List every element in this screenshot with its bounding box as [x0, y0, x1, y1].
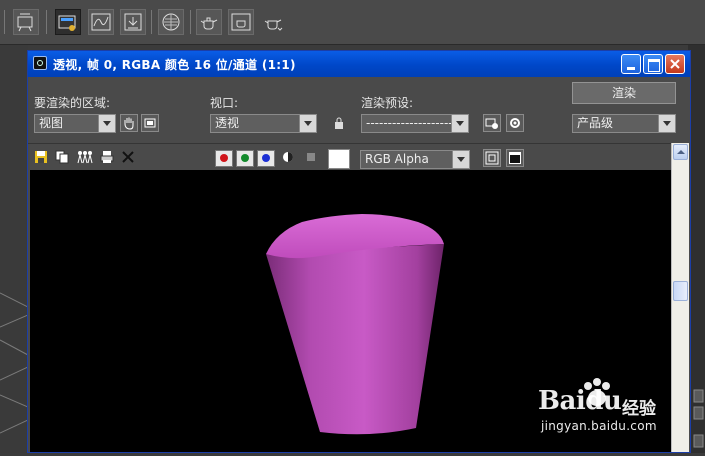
window-titlebar[interactable]: 透视, 帧 0, RGBA 颜色 16 位/通道 (1:1): [28, 51, 690, 77]
toggle-ui-overlay-icon[interactable]: [483, 149, 501, 167]
render-setup-gear-icon[interactable]: [506, 114, 524, 132]
maximize-button[interactable]: [643, 54, 663, 74]
save-image-icon[interactable]: [34, 150, 48, 164]
chevron-down-icon: [658, 115, 675, 132]
watermark-url: jingyan.baidu.com: [541, 419, 657, 433]
quick-render-teapot-icon[interactable]: [260, 9, 286, 35]
render-button[interactable]: 渲染: [572, 82, 676, 104]
monochrome-icon[interactable]: [304, 150, 318, 164]
watermark-product: 经验: [622, 399, 656, 419]
toolbar-separator: [151, 10, 152, 34]
material-editor-icon[interactable]: [158, 9, 184, 35]
green-channel-toggle[interactable]: [236, 150, 254, 167]
chevron-down-icon: [451, 115, 468, 132]
viewport-value: 透视: [215, 116, 240, 130]
app-icon: [33, 56, 47, 70]
minimize-button[interactable]: [621, 54, 641, 74]
render-setup-teapot-icon[interactable]: [196, 9, 222, 35]
render-preset-dropdown[interactable]: --------------------: [361, 114, 469, 133]
render-quality-dropdown[interactable]: 产品级: [572, 114, 676, 133]
render-preset-label: 渲染预设:: [361, 96, 414, 110]
render-setup-icon[interactable]: [13, 9, 39, 35]
chevron-down-icon: [98, 115, 115, 132]
baidu-jingyan-watermark: Baidu 经验 jingyan.baidu.com: [538, 378, 688, 433]
display-channel-value: RGB Alpha: [365, 152, 429, 166]
color-swatch[interactable]: [328, 149, 350, 169]
render-quality-value: 产品级: [577, 116, 614, 130]
area-to-render-dropdown[interactable]: 视图: [34, 114, 116, 133]
clone-frame-window-icon[interactable]: [76, 150, 94, 164]
host-viewport: [0, 45, 29, 453]
close-button[interactable]: [665, 54, 685, 74]
display-channel-dropdown[interactable]: RGB Alpha: [360, 150, 470, 169]
environment-effects-icon[interactable]: [483, 114, 501, 132]
blue-channel-toggle[interactable]: [257, 150, 275, 167]
print-image-icon[interactable]: [100, 150, 114, 164]
chevron-down-icon: [299, 115, 316, 132]
host-main-toolbar: [0, 0, 705, 45]
toolbar-separator: [4, 10, 5, 34]
toolbar-separator: [46, 10, 47, 34]
window-title: 透视, 帧 0, RGBA 颜色 16 位/通道 (1:1): [53, 58, 296, 72]
red-channel-toggle[interactable]: [215, 150, 233, 167]
copy-image-icon[interactable]: [55, 150, 69, 164]
lock-icon[interactable]: [330, 114, 348, 132]
render-preset-value: --------------------: [366, 116, 453, 130]
toolbar-separator: [190, 10, 191, 34]
viewport-dropdown[interactable]: 透视: [210, 114, 317, 133]
clear-image-icon[interactable]: [121, 150, 135, 164]
toggle-ui-icon[interactable]: [506, 149, 524, 167]
render-to-texture-icon[interactable]: [120, 9, 146, 35]
area-to-render-label: 要渲染的区域:: [34, 96, 111, 110]
area-to-render-value: 视图: [39, 116, 64, 130]
rendered-frame-teapot-icon[interactable]: [228, 9, 254, 35]
curve-editor-icon[interactable]: [88, 9, 114, 35]
scroll-up-arrow-icon[interactable]: [673, 144, 688, 160]
image-toolbar: RGB Alpha: [28, 143, 671, 170]
pan-hand-icon[interactable]: [120, 114, 138, 132]
chevron-down-icon: [452, 151, 469, 168]
viewport-label: 视口:: [210, 96, 239, 110]
auto-region-icon[interactable]: [141, 114, 159, 132]
rendered-frame-window-icon[interactable]: [55, 9, 81, 35]
watermark-brand: Baidu: [538, 386, 622, 416]
alpha-channel-icon[interactable]: [281, 150, 295, 164]
scrollbar-thumb[interactable]: [673, 281, 688, 301]
